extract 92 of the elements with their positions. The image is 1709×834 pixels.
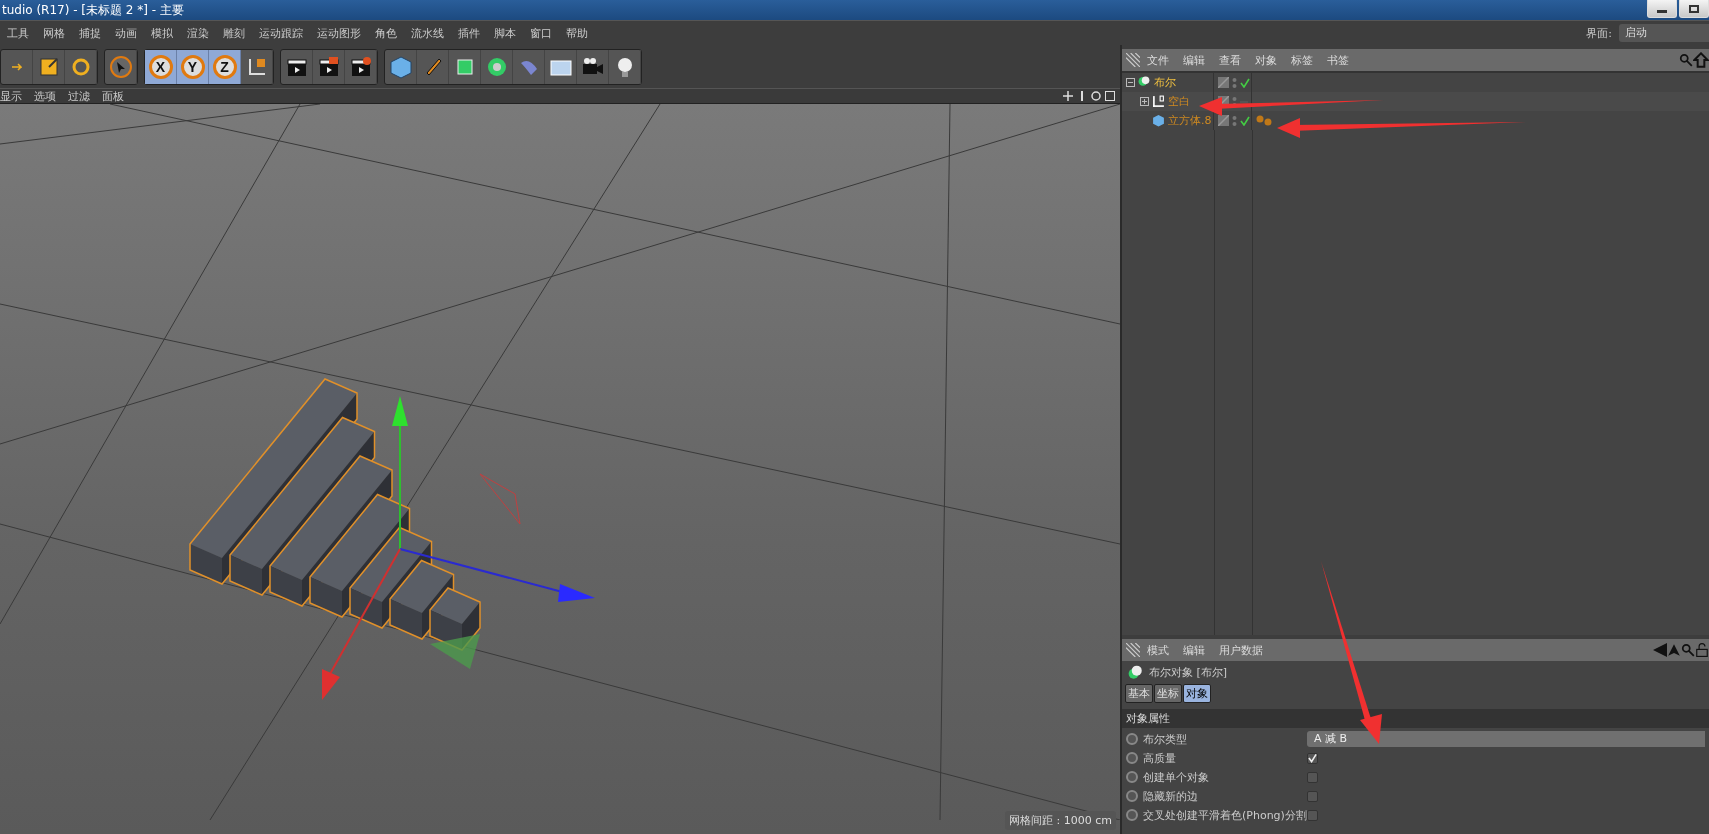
lock-icon: [1695, 642, 1709, 658]
animation-radio-icon[interactable]: [1126, 733, 1138, 745]
layer-icon: [1218, 115, 1229, 126]
viewport-menu-item[interactable]: 面板: [96, 88, 130, 104]
panel-menu-item[interactable]: 用户数据: [1212, 642, 1270, 658]
clapper-icon: [348, 54, 373, 79]
panel-menu-item[interactable]: 标签: [1284, 52, 1320, 68]
boole-icon: [1128, 665, 1143, 680]
axis-button[interactable]: X: [145, 49, 177, 84]
panel-menu-item[interactable]: 编辑: [1176, 642, 1212, 658]
cursor-icon: [108, 54, 133, 79]
maximize-button[interactable]: [1679, 0, 1709, 18]
menu-item[interactable]: 网格: [36, 25, 72, 41]
object-name: 空白: [1168, 94, 1190, 109]
animation-radio-icon[interactable]: [1126, 809, 1138, 821]
menu-item[interactable]: 运动跟踪: [252, 25, 310, 41]
grip-icon: [1126, 53, 1140, 67]
null-object-icon: [1152, 95, 1165, 108]
boole-icon: [1138, 76, 1151, 89]
plane-handle[interactable]: [430, 634, 480, 669]
panel-menu-item[interactable]: 对象: [1248, 52, 1284, 68]
menu-item[interactable]: 帮助: [559, 25, 595, 41]
object-name: 布尔: [1154, 75, 1176, 90]
checkbox[interactable]: [1307, 809, 1318, 821]
y-axis-handle[interactable]: [392, 396, 408, 550]
menu-item[interactable]: 脚本: [487, 25, 523, 41]
field-label: 创建单个对象: [1143, 769, 1210, 785]
cube-icon: [1152, 114, 1165, 127]
up-arrow-icon: [1667, 642, 1681, 658]
layout-dropdown[interactable]: 启动: [1619, 24, 1709, 42]
expand-icon[interactable]: [1140, 97, 1149, 106]
search-icon: [1679, 53, 1693, 67]
plane-handle[interactable]: [479, 473, 521, 525]
animation-radio-icon[interactable]: [1126, 790, 1138, 802]
viewport-menu-item[interactable]: 显示: [0, 88, 28, 104]
menu-item[interactable]: 运动图形: [310, 25, 368, 41]
move-view-icon: [1062, 90, 1074, 102]
layer-icon: [1218, 77, 1229, 88]
menu-item[interactable]: 雕刻: [216, 25, 252, 41]
panel-menu-item[interactable]: 文件: [1140, 52, 1176, 68]
panel-menu-item[interactable]: 模式: [1140, 642, 1176, 658]
collapse-icon[interactable]: [1126, 78, 1135, 87]
z-axis-handle[interactable]: [322, 548, 401, 700]
enabled-checkmark-icon[interactable]: [1240, 115, 1250, 126]
panel-menu-item[interactable]: 查看: [1212, 52, 1248, 68]
home-icon: [1693, 52, 1709, 68]
back-arrow-icon: [1653, 643, 1667, 657]
cube-icon: [388, 54, 413, 79]
visibility-dots-icon: [1232, 114, 1237, 127]
animation-radio-icon[interactable]: [1126, 771, 1138, 783]
layout-label: 界面:: [1585, 25, 1613, 41]
menu-item[interactable]: 模拟: [144, 25, 180, 41]
grid-spacing-label: 网格间距 : 1000 cm: [1005, 811, 1116, 830]
menu-item[interactable]: 角色: [368, 25, 404, 41]
window-title: tudio (R17) - [未标题 2 *] - 主要: [2, 1, 184, 19]
axis-button[interactable]: Z: [209, 49, 241, 84]
grip-icon: [1126, 643, 1140, 657]
visibility-dots-icon: [1232, 76, 1237, 89]
clapper-icon: [316, 54, 341, 79]
minimize-button[interactable]: [1647, 0, 1677, 18]
tab[interactable]: 对象: [1183, 684, 1211, 703]
menu-item[interactable]: 工具: [0, 25, 36, 41]
checkbox[interactable]: [1307, 790, 1318, 802]
menu-item[interactable]: 插件: [451, 25, 487, 41]
menu-item[interactable]: 流水线: [404, 25, 451, 41]
tab[interactable]: 基本: [1125, 684, 1153, 703]
section-header: 对象属性: [1122, 709, 1709, 728]
enabled-checkmark-icon[interactable]: [1240, 77, 1250, 88]
menu-item[interactable]: 捕捉: [72, 25, 108, 41]
field-label: 布尔类型: [1143, 731, 1188, 747]
object-title: 布尔对象 [布尔]: [1149, 665, 1228, 680]
checkbox[interactable]: [1307, 752, 1318, 764]
toggle-view-icon: [1104, 90, 1116, 102]
panel-menu-item[interactable]: 编辑: [1176, 52, 1212, 68]
menu-item[interactable]: 动画: [108, 25, 144, 41]
field-label: 高质量: [1143, 750, 1177, 766]
object-name: 立方体.8: [1168, 113, 1212, 128]
tab[interactable]: 坐标: [1154, 684, 1182, 703]
viewport-menu-item[interactable]: 选项: [28, 88, 62, 104]
menu-item[interactable]: 窗口: [523, 25, 559, 41]
field-label: 交叉处创建平滑着色(Phong)分割: [1143, 807, 1307, 823]
panel-menu-item[interactable]: 书签: [1320, 52, 1356, 68]
axis-button[interactable]: Y: [177, 49, 209, 84]
search-icon: [1681, 643, 1695, 657]
field-label: 隐藏新的边: [1143, 788, 1199, 804]
dropdown-field[interactable]: A 减 B: [1307, 731, 1705, 747]
rotate-view-icon: [1090, 90, 1102, 102]
menu-item[interactable]: 渲染: [180, 25, 216, 41]
x-axis-handle[interactable]: [399, 548, 595, 602]
viewport-menu-item[interactable]: 过滤: [62, 88, 96, 104]
checkbox[interactable]: [1307, 771, 1318, 783]
animation-radio-icon[interactable]: [1126, 752, 1138, 764]
